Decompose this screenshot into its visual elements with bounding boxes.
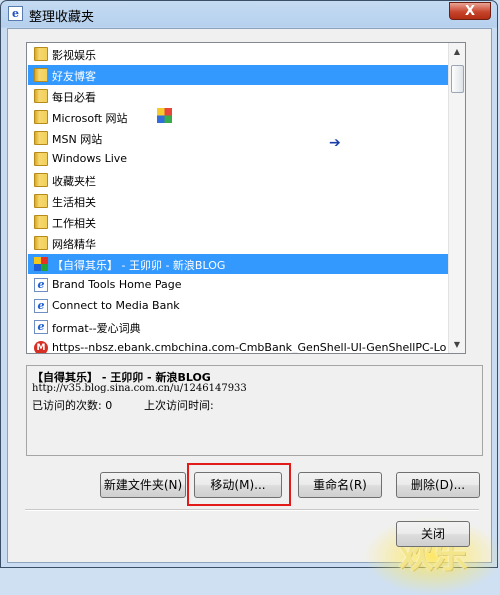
favorites-list[interactable]: 影视娱乐好友博客每日必看 Microsoft 网站 MSN 网站 Windows Li… <box>26 42 466 354</box>
scroll-thumb[interactable] <box>451 65 464 93</box>
folder-icon <box>34 131 48 145</box>
folder-icon <box>34 173 48 187</box>
list-item[interactable]: Mhttps--nbsz.ebank.cmbchina.com-CmbBank_… <box>28 338 449 354</box>
organize-favorites-dialog: e 整理收藏夹 X 影视娱乐好友博客每日必看 Microsoft 网站 MSN 网站… <box>0 0 500 595</box>
folder-icon <box>34 68 48 82</box>
folder-icon <box>34 194 48 208</box>
button-separator <box>25 509 479 511</box>
list-item-label: 好友博客 <box>52 70 96 83</box>
folder-icon <box>34 152 48 166</box>
list-item-label: Brand Tools Home Page <box>52 278 182 291</box>
list-item[interactable]: 每日必看 <box>28 86 449 106</box>
details-visit-count: 已访问的次数: 0 <box>32 399 113 412</box>
list-item[interactable]: 网络精华 <box>28 233 449 253</box>
list-item-label: Microsoft 网站 <box>52 112 128 125</box>
list-item-label: https--nbsz.ebank.cmbchina.com-CmbBank_G… <box>52 341 447 354</box>
details-last-visit: 上次访问时间: <box>144 399 214 412</box>
folder-icon <box>34 215 48 229</box>
folder-icon <box>34 110 48 124</box>
window-title: 整理收藏夹 <box>29 10 95 25</box>
list-item-label: 工作相关 <box>52 217 96 230</box>
drag-ghost-label: 【自得其乐】 - 王卯卯 - 新浪BLOG <box>177 111 351 124</box>
folder-icon <box>34 89 48 103</box>
close-button[interactable]: 关闭 <box>396 521 470 547</box>
sina-icon <box>34 257 48 271</box>
drag-cursor-arrow-icon: ➔ <box>329 135 341 151</box>
list-item[interactable]: 【自得其乐】 - 王卯卯 - 新浪BLOG <box>28 254 449 274</box>
list-item-label: 生活相关 <box>52 196 96 209</box>
title-bar[interactable]: e 整理收藏夹 X <box>1 1 497 27</box>
list-item-label: 影视娱乐 <box>52 49 96 62</box>
list-item-label: 每日必看 <box>52 91 96 104</box>
list-item[interactable]: 收藏夹栏 <box>28 170 449 190</box>
window-close-button[interactable]: X <box>449 2 491 20</box>
list-item[interactable]: 生活相关 <box>28 191 449 211</box>
list-item[interactable]: e format--爱心词典 <box>28 317 449 337</box>
ie-page-icon: e <box>34 299 48 313</box>
delete-button[interactable]: 删除(D)... <box>396 472 480 498</box>
move-button[interactable]: 移动(M)... <box>194 472 282 498</box>
list-item-label: Windows Live <box>52 152 128 165</box>
list-item[interactable]: 影视娱乐 <box>28 44 449 64</box>
list-item[interactable]: 工作相关 <box>28 212 449 232</box>
list-item[interactable]: Windows Live <box>28 149 449 169</box>
dialog-body: 影视娱乐好友博客每日必看 Microsoft 网站 MSN 网站 Windows Li… <box>7 28 500 595</box>
ie-page-icon: e <box>34 278 48 292</box>
list-item-label: format--爱心词典 <box>52 322 141 335</box>
details-url: http://v35.blog.sina.com.cn/u/1246147933 <box>32 383 247 394</box>
list-item-label: 网络精华 <box>52 238 96 251</box>
scroll-up-icon[interactable]: ▲ <box>449 43 465 60</box>
list-item-label: Connect to Media Bank <box>52 299 180 312</box>
vertical-scrollbar[interactable]: ▲ ▼ <box>448 43 465 353</box>
item-details-panel: 【自得其乐】 - 王卯卯 - 新浪BLOG http://v35.blog.si… <box>26 365 483 456</box>
list-item-label: 收藏夹栏 <box>52 175 96 188</box>
list-item[interactable]: e Brand Tools Home Page <box>28 275 449 295</box>
list-item-label: 【自得其乐】 - 王卯卯 - 新浪BLOG <box>52 259 226 272</box>
list-item[interactable]: MSN 网站 <box>28 128 449 148</box>
list-item-label: MSN 网站 <box>52 133 103 146</box>
rename-button[interactable]: 重命名(R) <box>298 472 382 498</box>
list-item[interactable]: e Connect to Media Bank <box>28 296 449 316</box>
sina-icon <box>157 108 172 123</box>
folder-icon <box>34 47 48 61</box>
ie-page-icon: e <box>34 320 48 334</box>
list-item[interactable]: 好友博客 <box>28 65 449 85</box>
scroll-down-icon[interactable]: ▼ <box>449 336 465 353</box>
folder-icon <box>34 236 48 250</box>
new-folder-button[interactable]: 新建文件夹(N) <box>100 472 186 498</box>
ie-favorites-icon: e <box>8 6 23 21</box>
mbank-icon: M <box>34 341 48 353</box>
